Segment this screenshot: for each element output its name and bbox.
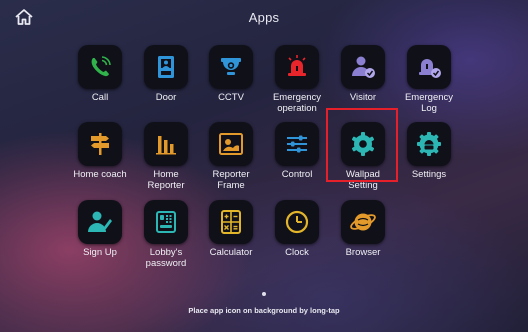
app-label: CCTV [218, 92, 244, 103]
app-tile[interactable] [209, 122, 253, 166]
siren-icon [288, 55, 306, 76]
app-label: Emergency Log [404, 92, 454, 114]
clock-icon [285, 210, 309, 234]
app-visitor[interactable]: Visitor [331, 45, 395, 103]
app-tile[interactable] [209, 200, 253, 244]
app-emergency-log[interactable]: Emergency Log [397, 45, 461, 114]
visitor-icon [352, 56, 375, 78]
app-home-coach[interactable]: Home coach [68, 122, 132, 180]
app-tile[interactable] [144, 45, 188, 89]
app-label: Calculator [209, 247, 253, 258]
app-label: Reporter Frame [212, 169, 250, 191]
page-title: Apps [248, 10, 280, 25]
app-tile[interactable] [275, 122, 319, 166]
app-label: Door [155, 92, 177, 103]
header-bar: Apps [0, 0, 528, 34]
app-label: Control [281, 169, 313, 180]
app-label: Home Reporter [147, 169, 185, 191]
door-intercom-icon [158, 56, 174, 78]
android-gear-icon [417, 132, 441, 156]
app-door[interactable]: Door [134, 45, 198, 103]
long-tap-hint: Place app icon on background by long-tap [188, 306, 340, 315]
phone-icon [91, 56, 111, 77]
app-label: Call [91, 92, 109, 103]
app-tile[interactable] [407, 122, 451, 166]
app-tile[interactable] [78, 122, 122, 166]
cctv-camera-icon [221, 58, 241, 75]
selection-highlight-box [326, 108, 398, 182]
app-cctv[interactable]: CCTV [199, 45, 263, 103]
app-calculator[interactable]: Calculator [199, 200, 263, 258]
app-lobbys-password[interactable]: Lobby's password [134, 200, 198, 269]
app-emergency-operation[interactable]: Emergency operation [265, 45, 329, 114]
apps-screen: Apps Call Door CCTV Emergency operation … [0, 0, 528, 332]
app-home-reporter[interactable]: Home Reporter [134, 122, 198, 191]
sliders-icon [287, 135, 307, 153]
page-indicator-dot [262, 292, 266, 296]
app-label: Settings [411, 169, 447, 180]
app-tile[interactable] [407, 45, 451, 89]
app-label: Sign Up [83, 247, 117, 258]
app-tile[interactable] [275, 45, 319, 89]
app-tile[interactable] [209, 45, 253, 89]
app-tile[interactable] [144, 200, 188, 244]
app-tile[interactable] [78, 200, 122, 244]
app-label: Home coach [73, 169, 127, 180]
app-label: Clock [285, 247, 309, 258]
app-call[interactable]: Call [68, 45, 132, 103]
app-label: Visitor [349, 92, 377, 103]
signpost-icon [91, 133, 109, 155]
app-label: Browser [345, 247, 381, 258]
app-tile[interactable] [78, 45, 122, 89]
app-browser[interactable]: Browser [331, 200, 395, 258]
keypad-lock-icon [156, 211, 176, 233]
app-tile[interactable] [275, 200, 319, 244]
app-sign-up[interactable]: Sign Up [68, 200, 132, 258]
app-label: Emergency operation [272, 92, 322, 114]
app-tile[interactable] [144, 122, 188, 166]
app-clock[interactable]: Clock [265, 200, 329, 258]
app-settings[interactable]: Settings [397, 122, 461, 180]
globe-icon [350, 213, 376, 231]
app-tile[interactable] [341, 200, 385, 244]
user-sign-icon [88, 211, 112, 232]
bar-chart-icon [156, 136, 176, 155]
app-tile[interactable] [341, 45, 385, 89]
calculator-icon [221, 210, 241, 234]
app-control[interactable]: Control [265, 122, 329, 180]
app-reporter-frame[interactable]: Reporter Frame [199, 122, 263, 191]
picture-frame-icon [219, 133, 243, 155]
app-label: Lobby's password [145, 247, 187, 269]
siren-log-icon [419, 59, 441, 78]
